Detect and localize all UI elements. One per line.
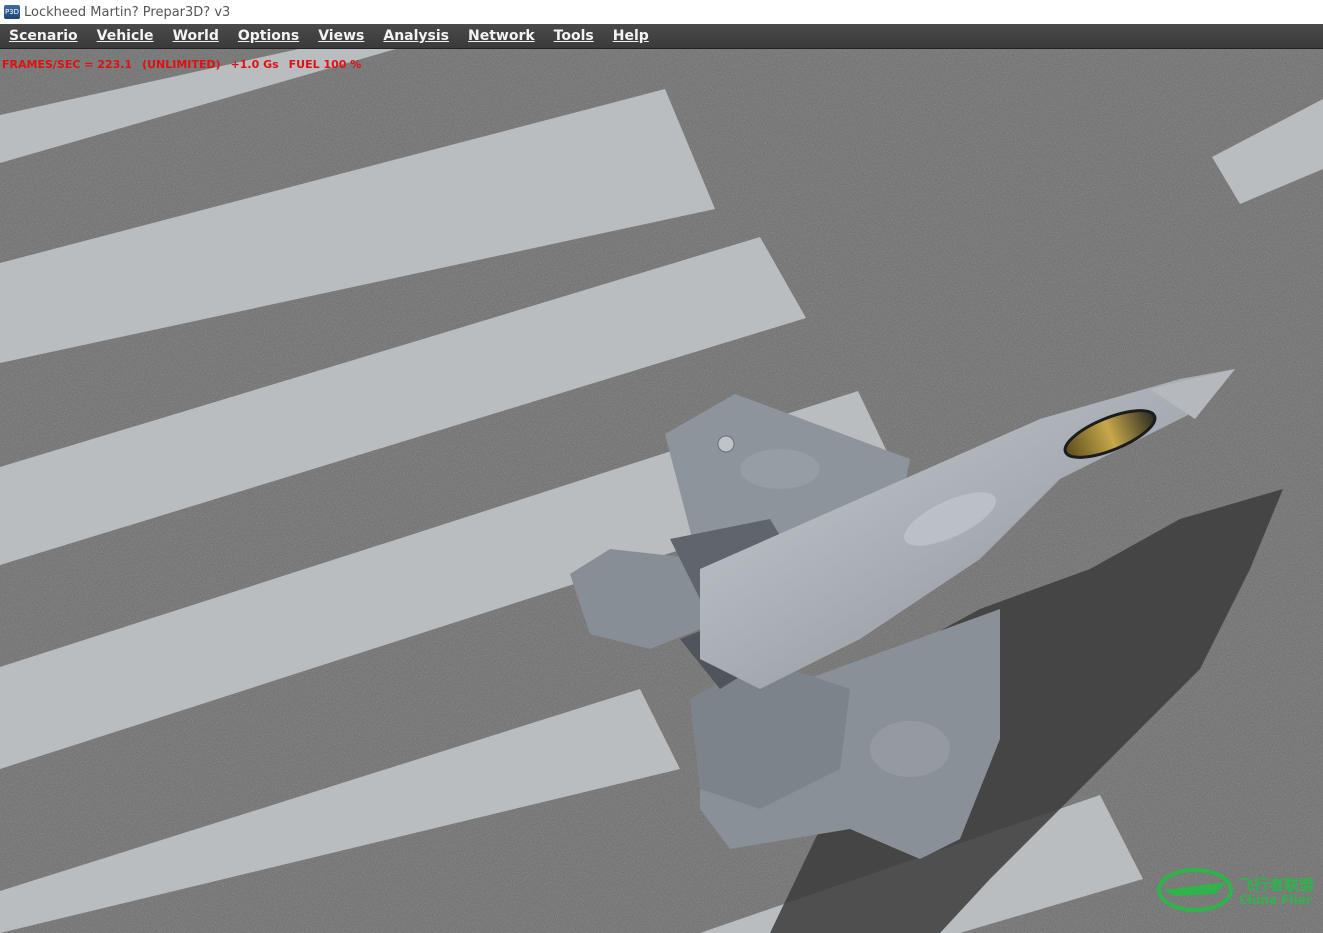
watermark-plane-icon [1157, 868, 1233, 912]
hud-readout: FRAMES/SEC = 223.1 (UNLIMITED) +1.0 Gs F… [2, 58, 371, 71]
menu-scenario[interactable]: Scenario [0, 28, 88, 44]
watermark-chinese: 飞行者联盟 [1239, 876, 1315, 894]
menu-analysis[interactable]: Analysis [374, 28, 459, 44]
title-bar: P3D Lockheed Martin? Prepar3D? v3 [0, 0, 1323, 25]
app-icon: P3D [4, 5, 20, 19]
menu-views[interactable]: Views [309, 28, 374, 44]
window-title: Lockheed Martin? Prepar3D? v3 [24, 4, 231, 20]
menu-network[interactable]: Network [459, 28, 545, 44]
sim-viewport[interactable] [0, 49, 1323, 933]
frames-per-second: FRAMES/SEC = 223.1 [2, 58, 133, 71]
watermark-english: China Flier [1239, 893, 1312, 907]
g-force: +1.0 Gs [230, 58, 279, 71]
scene-render [0, 49, 1323, 933]
frame-rate-mode: (UNLIMITED) [142, 58, 221, 71]
menu-help[interactable]: Help [604, 28, 659, 44]
menu-options[interactable]: Options [229, 28, 309, 44]
fuel-level: FUEL 100 % [288, 58, 362, 71]
watermark-logo: 飞行者联盟 China Flier [1155, 860, 1320, 915]
menu-bar: Scenario Vehicle World Options Views Ana… [0, 24, 1323, 49]
menu-vehicle[interactable]: Vehicle [88, 28, 164, 44]
menu-tools[interactable]: Tools [545, 28, 604, 44]
menu-world[interactable]: World [164, 28, 229, 44]
